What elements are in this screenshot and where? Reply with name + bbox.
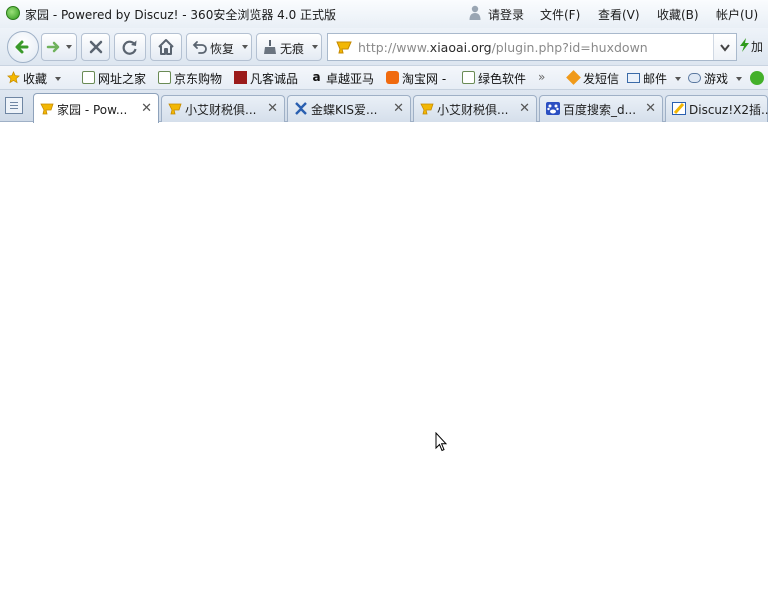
- tab[interactable]: 小艾财税俱... ✕: [413, 95, 537, 122]
- chevron-down-icon: [312, 45, 318, 49]
- user-icon: [469, 5, 481, 20]
- tab-close-icon[interactable]: ✕: [393, 101, 404, 116]
- mail-icon: [627, 73, 640, 83]
- tab-title: 金蝶KIS爱...: [311, 103, 378, 117]
- page-icon: [82, 71, 95, 84]
- favorites-more-button[interactable]: »: [538, 70, 545, 86]
- undo-icon: [192, 41, 207, 54]
- page-icon: [462, 71, 475, 84]
- tab[interactable]: Discuz!X2插...: [665, 95, 768, 122]
- refresh-button[interactable]: [114, 33, 146, 61]
- favorites-menu[interactable]: 收藏: [7, 70, 63, 86]
- forward-button[interactable]: [41, 33, 77, 61]
- chevron-down-icon: [55, 77, 61, 81]
- chevron-down-icon: [720, 44, 730, 52]
- tab-title: Discuz!X2插...: [689, 103, 768, 117]
- sidebar-toggle-button[interactable]: [5, 97, 23, 114]
- tab-title: 百度搜索_d...: [563, 103, 637, 117]
- tab[interactable]: 家园 - Pow... ✕: [33, 93, 159, 123]
- kingdee-favicon-icon: [295, 102, 307, 115]
- close-icon: [89, 40, 103, 54]
- tab[interactable]: 小艾财税俱... ✕: [161, 95, 285, 122]
- discuz-favicon-icon: [420, 103, 434, 115]
- incognito-label: 无痕: [280, 42, 305, 56]
- address-bar[interactable]: http://www.xiaoai.org/plugin.php?id=huxd…: [327, 33, 737, 61]
- back-button[interactable]: [7, 31, 39, 63]
- tab-title: 家园 - Pow...: [57, 103, 128, 117]
- address-url: http://www.xiaoai.org/plugin.php?id=huxd…: [358, 40, 648, 55]
- favorites-label: 收藏: [23, 72, 48, 86]
- title-bar: 家园 - Powered by Discuz! - 360安全浏览器 4.0 正…: [0, 0, 768, 28]
- baidu-paw-icon: [546, 102, 560, 115]
- home-icon: [158, 39, 174, 55]
- page-content[interactable]: [0, 123, 768, 595]
- site-favicon-icon: [336, 41, 352, 54]
- address-dropdown-button[interactable]: [713, 34, 736, 60]
- stop-button[interactable]: [81, 33, 110, 61]
- discuz-favicon-icon: [168, 103, 182, 115]
- tab[interactable]: 百度搜索_d... ✕: [539, 95, 663, 122]
- restore-label: 恢复: [210, 42, 235, 56]
- broom-icon: [264, 40, 276, 54]
- back-arrow-icon: [15, 40, 29, 54]
- tab-close-icon[interactable]: ✕: [267, 101, 278, 116]
- star-icon: [7, 71, 20, 84]
- mouse-cursor-icon: [435, 432, 447, 452]
- nav-toolbar: 恢复 无痕 http://www.xiaoai.org/plugin.php?i…: [0, 28, 768, 66]
- restore-button[interactable]: 恢复: [186, 33, 252, 61]
- chevron-down-icon: [736, 77, 742, 81]
- vancl-logo-icon: [234, 71, 247, 84]
- discuz-plugin-favicon-icon: [672, 102, 686, 115]
- accelerate-label: 加: [751, 40, 764, 54]
- menu-file[interactable]: 文件(F): [540, 6, 580, 23]
- menu-view[interactable]: 查看(V): [598, 6, 640, 23]
- favorites-bar: 收藏 网址之家 京东购物 凡客诚品 a 卓越亚马 淘宝网 - 绿色软件 » 发短…: [0, 66, 768, 90]
- tab[interactable]: 金蝶KIS爱... ✕: [287, 95, 411, 122]
- incognito-button[interactable]: 无痕: [256, 33, 322, 61]
- gamepad-icon: [688, 73, 701, 83]
- chevron-down-icon: [242, 45, 248, 49]
- refresh-icon: [122, 40, 137, 55]
- tab-bar: 家园 - Pow... ✕ 小艾财税俱... ✕ 金蝶KIS爱... ✕ 小艾财…: [0, 90, 768, 123]
- menu-account[interactable]: 帐户(U): [716, 6, 758, 23]
- chevron-down-icon: [675, 77, 681, 81]
- login-link[interactable]: 请登录: [488, 6, 524, 23]
- forward-arrow-icon: [46, 41, 60, 53]
- tab-close-icon[interactable]: ✕: [645, 101, 656, 116]
- menu-favorites[interactable]: 收藏(B): [657, 6, 699, 23]
- tab-close-icon[interactable]: ✕: [519, 101, 530, 116]
- tab-title: 小艾财税俱...: [437, 103, 509, 117]
- discuz-favicon-icon: [40, 103, 54, 115]
- amazon-logo-icon: a: [312, 70, 321, 84]
- page-icon: [158, 71, 171, 84]
- taobao-logo-icon: [386, 71, 399, 84]
- smiley-icon: [750, 71, 764, 85]
- tab-close-icon[interactable]: ✕: [141, 101, 152, 116]
- chevron-down-icon: [66, 45, 72, 49]
- home-button[interactable]: [150, 33, 182, 61]
- lightning-icon: [740, 38, 749, 52]
- window-title: 家园 - Powered by Discuz! - 360安全浏览器 4.0 正…: [25, 8, 337, 22]
- sms-icon: [566, 70, 581, 85]
- browser-logo-icon: [6, 6, 20, 20]
- tab-title: 小艾财税俱...: [185, 103, 257, 117]
